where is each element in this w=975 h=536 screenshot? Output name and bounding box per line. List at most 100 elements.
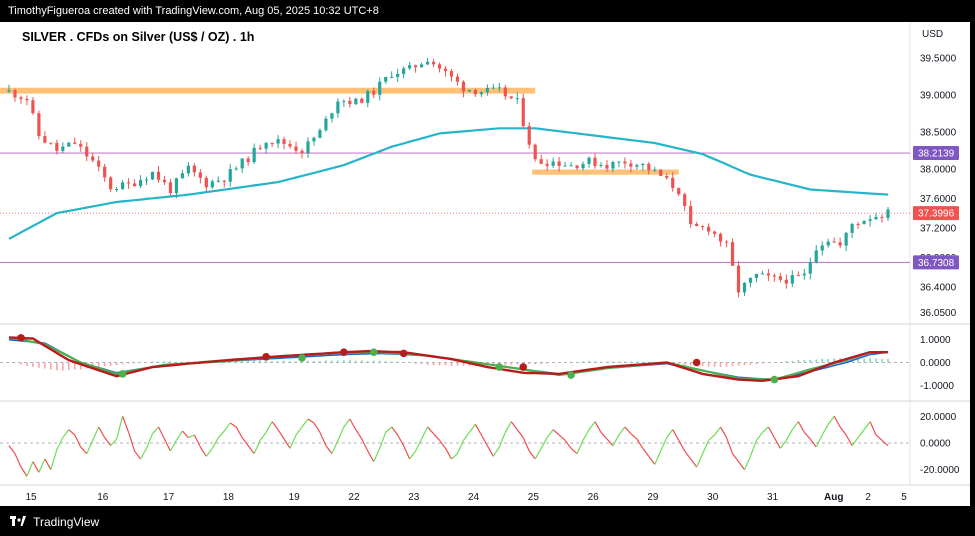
macd-tick-label: -1.0000 <box>920 381 954 392</box>
macd-histogram-bar <box>32 362 34 367</box>
candle-body <box>736 265 741 293</box>
macd-histogram-bar <box>827 359 830 363</box>
macd-histogram-bar <box>307 360 309 363</box>
macd-histogram-bar <box>869 358 871 363</box>
candle-body <box>360 98 364 103</box>
macd-histogram-bar <box>815 359 818 363</box>
macd-histogram-bar <box>38 362 40 368</box>
candle-body <box>264 142 268 149</box>
macd-histogram-bar <box>277 361 279 363</box>
candle-body <box>186 165 190 174</box>
candle-body <box>647 163 651 171</box>
candle-body <box>742 282 747 293</box>
date-tick-label: 15 <box>26 492 38 503</box>
price-tick-label: 36.4000 <box>920 282 957 293</box>
macd-histogram-bar <box>570 361 572 363</box>
candle-body <box>210 181 214 188</box>
candle-body <box>31 100 35 114</box>
macd-histogram-bar <box>151 361 154 363</box>
candle-body <box>306 141 310 154</box>
candle-body <box>868 219 872 221</box>
macd-histogram-bar <box>516 362 519 365</box>
macd-histogram-bar <box>145 362 148 363</box>
candle-body <box>611 161 615 169</box>
candle-body <box>695 223 699 226</box>
macd-histogram-bar <box>175 361 178 363</box>
macd-histogram-bar <box>791 360 794 363</box>
candle-body <box>629 163 633 167</box>
macd-histogram-bar <box>133 362 136 364</box>
price-tick-label: 37.6000 <box>920 194 957 205</box>
candle-body <box>228 169 232 182</box>
date-tick-label: 2 <box>865 492 871 503</box>
macd-histogram-bar <box>325 360 327 363</box>
price-tick-label: 38.0000 <box>920 164 957 175</box>
macd-cross-marker <box>298 354 306 362</box>
macd-histogram-bar <box>761 362 764 364</box>
candle-body <box>216 180 220 182</box>
macd-histogram-bar <box>44 362 46 369</box>
candle-body <box>437 64 442 69</box>
tradingview-chart-window: TimothyFigueroa created with TradingView… <box>0 0 975 536</box>
candle-body <box>623 161 627 164</box>
macd-histogram-bar <box>731 362 734 367</box>
candle-body <box>551 161 555 166</box>
candle-body <box>174 178 179 194</box>
macd-histogram-bar <box>355 360 357 363</box>
candle <box>533 143 537 162</box>
resistance-zone-2 <box>532 169 679 175</box>
candle-body <box>390 76 394 78</box>
candle-body <box>121 182 125 189</box>
candle-body <box>844 232 848 246</box>
macd-histogram-bar <box>271 361 273 363</box>
osc-tick-label: 0.0000 <box>920 439 951 450</box>
candle-body <box>97 160 101 167</box>
candle-body <box>587 157 591 164</box>
macd-histogram-bar <box>528 362 531 365</box>
macd-histogram-bar <box>331 360 333 363</box>
candle-body <box>270 142 274 144</box>
candle-body <box>240 158 244 169</box>
candle-body <box>198 172 202 178</box>
candle-body <box>109 177 113 190</box>
macd-histogram-bar <box>594 361 596 363</box>
macd-histogram-bar <box>546 362 548 364</box>
candle-body <box>348 100 352 105</box>
macd-histogram-bar <box>510 362 513 365</box>
macd-histogram-bar <box>414 362 417 364</box>
candle-body <box>707 226 711 232</box>
macd-histogram-bar <box>552 362 554 364</box>
macd-histogram-bar <box>384 361 387 363</box>
candle <box>736 261 741 298</box>
macd-histogram-bar <box>50 362 52 370</box>
candle-body <box>772 275 776 277</box>
macd-histogram-bar <box>360 360 363 363</box>
date-tick-label: 25 <box>528 492 540 503</box>
candle-body <box>784 279 788 284</box>
candle-body <box>425 61 430 65</box>
macd-histogram-bar <box>755 362 758 365</box>
osc-tick-label: -20.0000 <box>920 465 960 476</box>
macd-histogram-bar <box>319 360 321 363</box>
price-badge-last: 37.3996 <box>913 206 959 221</box>
price-badge-label: 38.2139 <box>918 149 955 160</box>
macd-histogram-bar <box>337 360 339 363</box>
candle-body <box>414 65 418 68</box>
macd-histogram-bar <box>20 362 22 365</box>
chart-canvas[interactable]: 39.5000 39.0000 38.5000 38.0000 37.6000 37.20… <box>0 22 975 509</box>
macd-histogram-bar <box>121 362 124 365</box>
macd-histogram-bar <box>169 361 172 363</box>
candle-body <box>67 142 71 147</box>
candle-body <box>449 71 454 77</box>
date-tick-label: Aug <box>824 492 843 503</box>
price-tick-label: 37.2000 <box>920 223 957 234</box>
macd-histogram-bar <box>887 358 889 363</box>
candle-body <box>73 142 77 144</box>
candle-body <box>509 96 513 99</box>
macd-histogram-bar <box>707 362 710 367</box>
candle-body <box>312 137 316 142</box>
candle-body <box>354 98 358 105</box>
candle <box>521 93 525 128</box>
candle-body <box>545 163 549 166</box>
candle-body <box>37 113 41 137</box>
